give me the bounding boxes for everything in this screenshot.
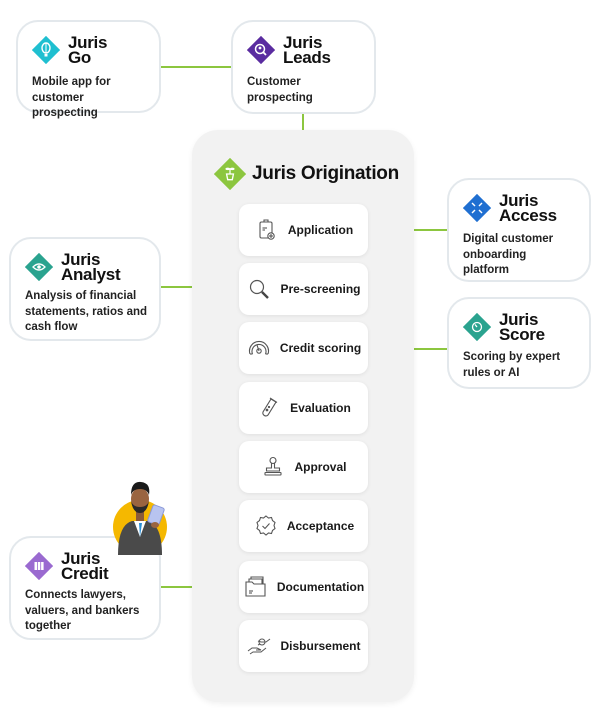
businessman-avatar	[108, 473, 172, 555]
juris-score-brand: Juris Score	[499, 310, 545, 344]
connector-go-leads	[160, 66, 232, 68]
juris-analyst-description: Analysis of financial statements, ratios…	[25, 290, 148, 333]
juris-go-brand: Juris Go	[68, 33, 108, 67]
binders-icon	[25, 552, 53, 580]
gauge-icon	[246, 335, 272, 361]
step-evaluation[interactable]: Evaluation	[239, 382, 368, 434]
folder-icon	[243, 574, 269, 600]
juris-leads-brand: Juris Leads	[283, 33, 331, 67]
juris-origination-title: Juris Origination	[214, 158, 399, 190]
juris-go-description: Mobile app for customer prospecting	[32, 76, 111, 119]
juris-leads-description: Customer prospecting	[247, 76, 313, 104]
juris-credit-description: Connects lawyers, valuers, and bankers t…	[25, 589, 140, 632]
clipboard-icon	[254, 217, 280, 243]
search-person-icon	[247, 36, 275, 64]
hand-coin-icon	[246, 633, 272, 659]
juris-analyst-card[interactable]: Juris Analyst Analysis of financial state…	[9, 237, 161, 341]
gauge-icon	[463, 313, 491, 341]
juris-credit-brand: Juris Credit	[61, 549, 109, 583]
connector-leads-origination	[302, 113, 304, 130]
badge-check-icon	[253, 513, 279, 539]
juris-access-card[interactable]: Juris Access Digital customer onboarding …	[447, 178, 591, 282]
step-approval[interactable]: Approval	[239, 441, 368, 493]
juris-analyst-brand: Juris Analyst	[61, 250, 121, 284]
step-disbursement[interactable]: Disbursement	[239, 620, 368, 672]
juris-score-card[interactable]: Juris Score Scoring by expert rules or AI	[447, 297, 591, 389]
eye-icon	[25, 253, 53, 281]
juris-leads-card[interactable]: Juris Leads Customer prospecting	[231, 20, 376, 114]
step-application[interactable]: Application	[239, 204, 368, 256]
step-acceptance[interactable]: Acceptance	[239, 500, 368, 552]
hot-air-balloon-icon	[32, 36, 60, 64]
juris-access-description: Digital customer onboarding platform	[463, 233, 554, 276]
magnifier-icon	[246, 276, 272, 302]
juris-go-card[interactable]: Juris Go Mobile app for customer prospect…	[16, 20, 161, 119]
step-documentation[interactable]: Documentation	[239, 561, 368, 613]
step-pre-screening[interactable]: Pre-screening	[239, 263, 368, 315]
stamp-icon	[260, 454, 286, 480]
step-credit-scoring[interactable]: Credit scoring	[239, 322, 368, 374]
juris-access-brand: Juris Access	[499, 191, 557, 225]
test-tube-icon	[256, 395, 282, 421]
plant-pot-icon	[214, 158, 246, 190]
juris-score-description: Scoring by expert rules or AI	[463, 351, 561, 379]
arrows-in-icon	[463, 194, 491, 222]
